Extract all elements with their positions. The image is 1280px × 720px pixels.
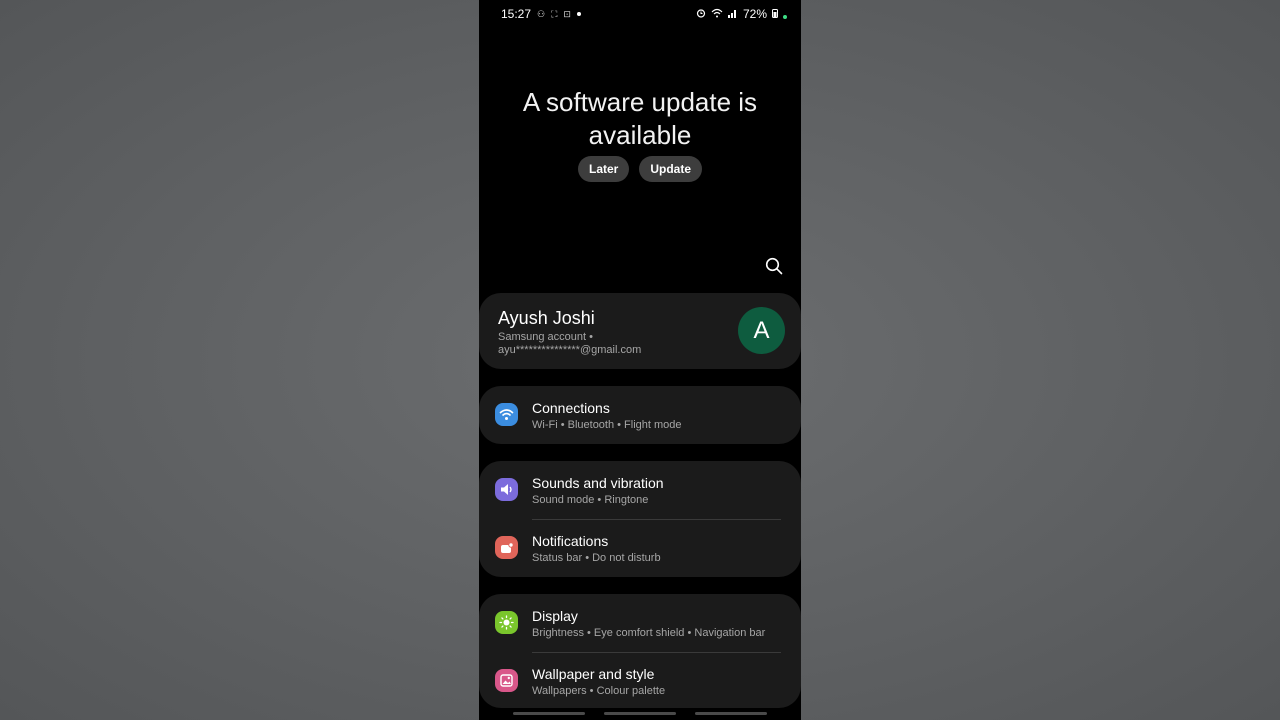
settings-item-title: Notifications xyxy=(532,533,609,549)
phone-screen: 15:27 ⚇ ⛶ ⊡ 72% A software update is ava… xyxy=(479,0,801,720)
wifi-icon xyxy=(495,403,518,426)
settings-item-subtitle: Brightness • Eye comfort shield • Naviga… xyxy=(532,627,766,639)
status-bar: 15:27 ⚇ ⛶ ⊡ 72% xyxy=(479,0,801,28)
battery-percent: 72% xyxy=(742,7,767,21)
settings-item-title: Connections xyxy=(532,400,610,416)
settings-item-sounds[interactable]: Sounds and vibration Sound mode • Ringto… xyxy=(479,461,801,519)
screenshot-icon: ⛶ xyxy=(551,9,558,19)
samsung-account-card[interactable]: Ayush Joshi Samsung account • ayu*******… xyxy=(479,293,801,369)
battery-icon xyxy=(772,7,778,21)
settings-item-title: Wallpaper and style xyxy=(532,666,655,682)
settings-item-subtitle: Status bar • Do not disturb xyxy=(532,552,661,564)
avatar[interactable]: A xyxy=(738,307,785,354)
search-icon xyxy=(765,257,783,275)
sun-icon xyxy=(495,611,518,634)
alarm-icon xyxy=(696,7,706,21)
update-banner-title: A software update is available xyxy=(522,87,758,150)
notification-icon xyxy=(495,536,518,559)
account-subtitle: Samsung account • ayu***************@gma… xyxy=(498,331,642,356)
wallpaper-icon xyxy=(495,669,518,692)
search-button[interactable] xyxy=(763,255,785,277)
sound-notification-card: Sounds and vibration Sound mode • Ringto… xyxy=(479,461,801,577)
volume-icon xyxy=(495,478,518,501)
settings-item-title: Display xyxy=(532,608,578,624)
screen-record-icon: ⊡ xyxy=(563,9,571,19)
status-time: 15:27 xyxy=(501,7,532,21)
settings-item-title: Sounds and vibration xyxy=(532,475,664,491)
settings-item-subtitle: Sound mode • Ringtone xyxy=(532,494,649,506)
display-wallpaper-card: Display Brightness • Eye comfort shield … xyxy=(479,594,801,708)
usb-debug-icon: ⚇ xyxy=(537,9,546,19)
signal-icon xyxy=(727,7,738,21)
settings-item-wallpaper[interactable]: Wallpaper and style Wallpapers • Colour … xyxy=(479,652,801,710)
settings-item-notifications[interactable]: Notifications Status bar • Do not distur… xyxy=(479,519,801,577)
update-banner: A software update is available Later Upd… xyxy=(479,86,801,182)
settings-item-subtitle: Wallpapers • Colour palette xyxy=(532,685,666,697)
nav-home-button[interactable] xyxy=(604,712,676,715)
update-button[interactable]: Update xyxy=(639,156,702,182)
nav-back-button[interactable] xyxy=(695,712,767,715)
nav-recents-button[interactable] xyxy=(513,712,585,715)
settings-item-subtitle: Wi-Fi • Bluetooth • Flight mode xyxy=(532,419,682,431)
privacy-indicator-icon xyxy=(783,15,787,19)
account-name: Ayush Joshi xyxy=(498,308,595,328)
connections-card: Connections Wi-Fi • Bluetooth • Flight m… xyxy=(479,386,801,444)
settings-item-display[interactable]: Display Brightness • Eye comfort shield … xyxy=(479,594,801,652)
wifi-icon xyxy=(711,7,723,21)
later-button[interactable]: Later xyxy=(577,156,630,182)
navigation-bar xyxy=(479,712,801,716)
notification-dot-icon xyxy=(576,12,581,16)
settings-item-connections[interactable]: Connections Wi-Fi • Bluetooth • Flight m… xyxy=(479,386,801,444)
